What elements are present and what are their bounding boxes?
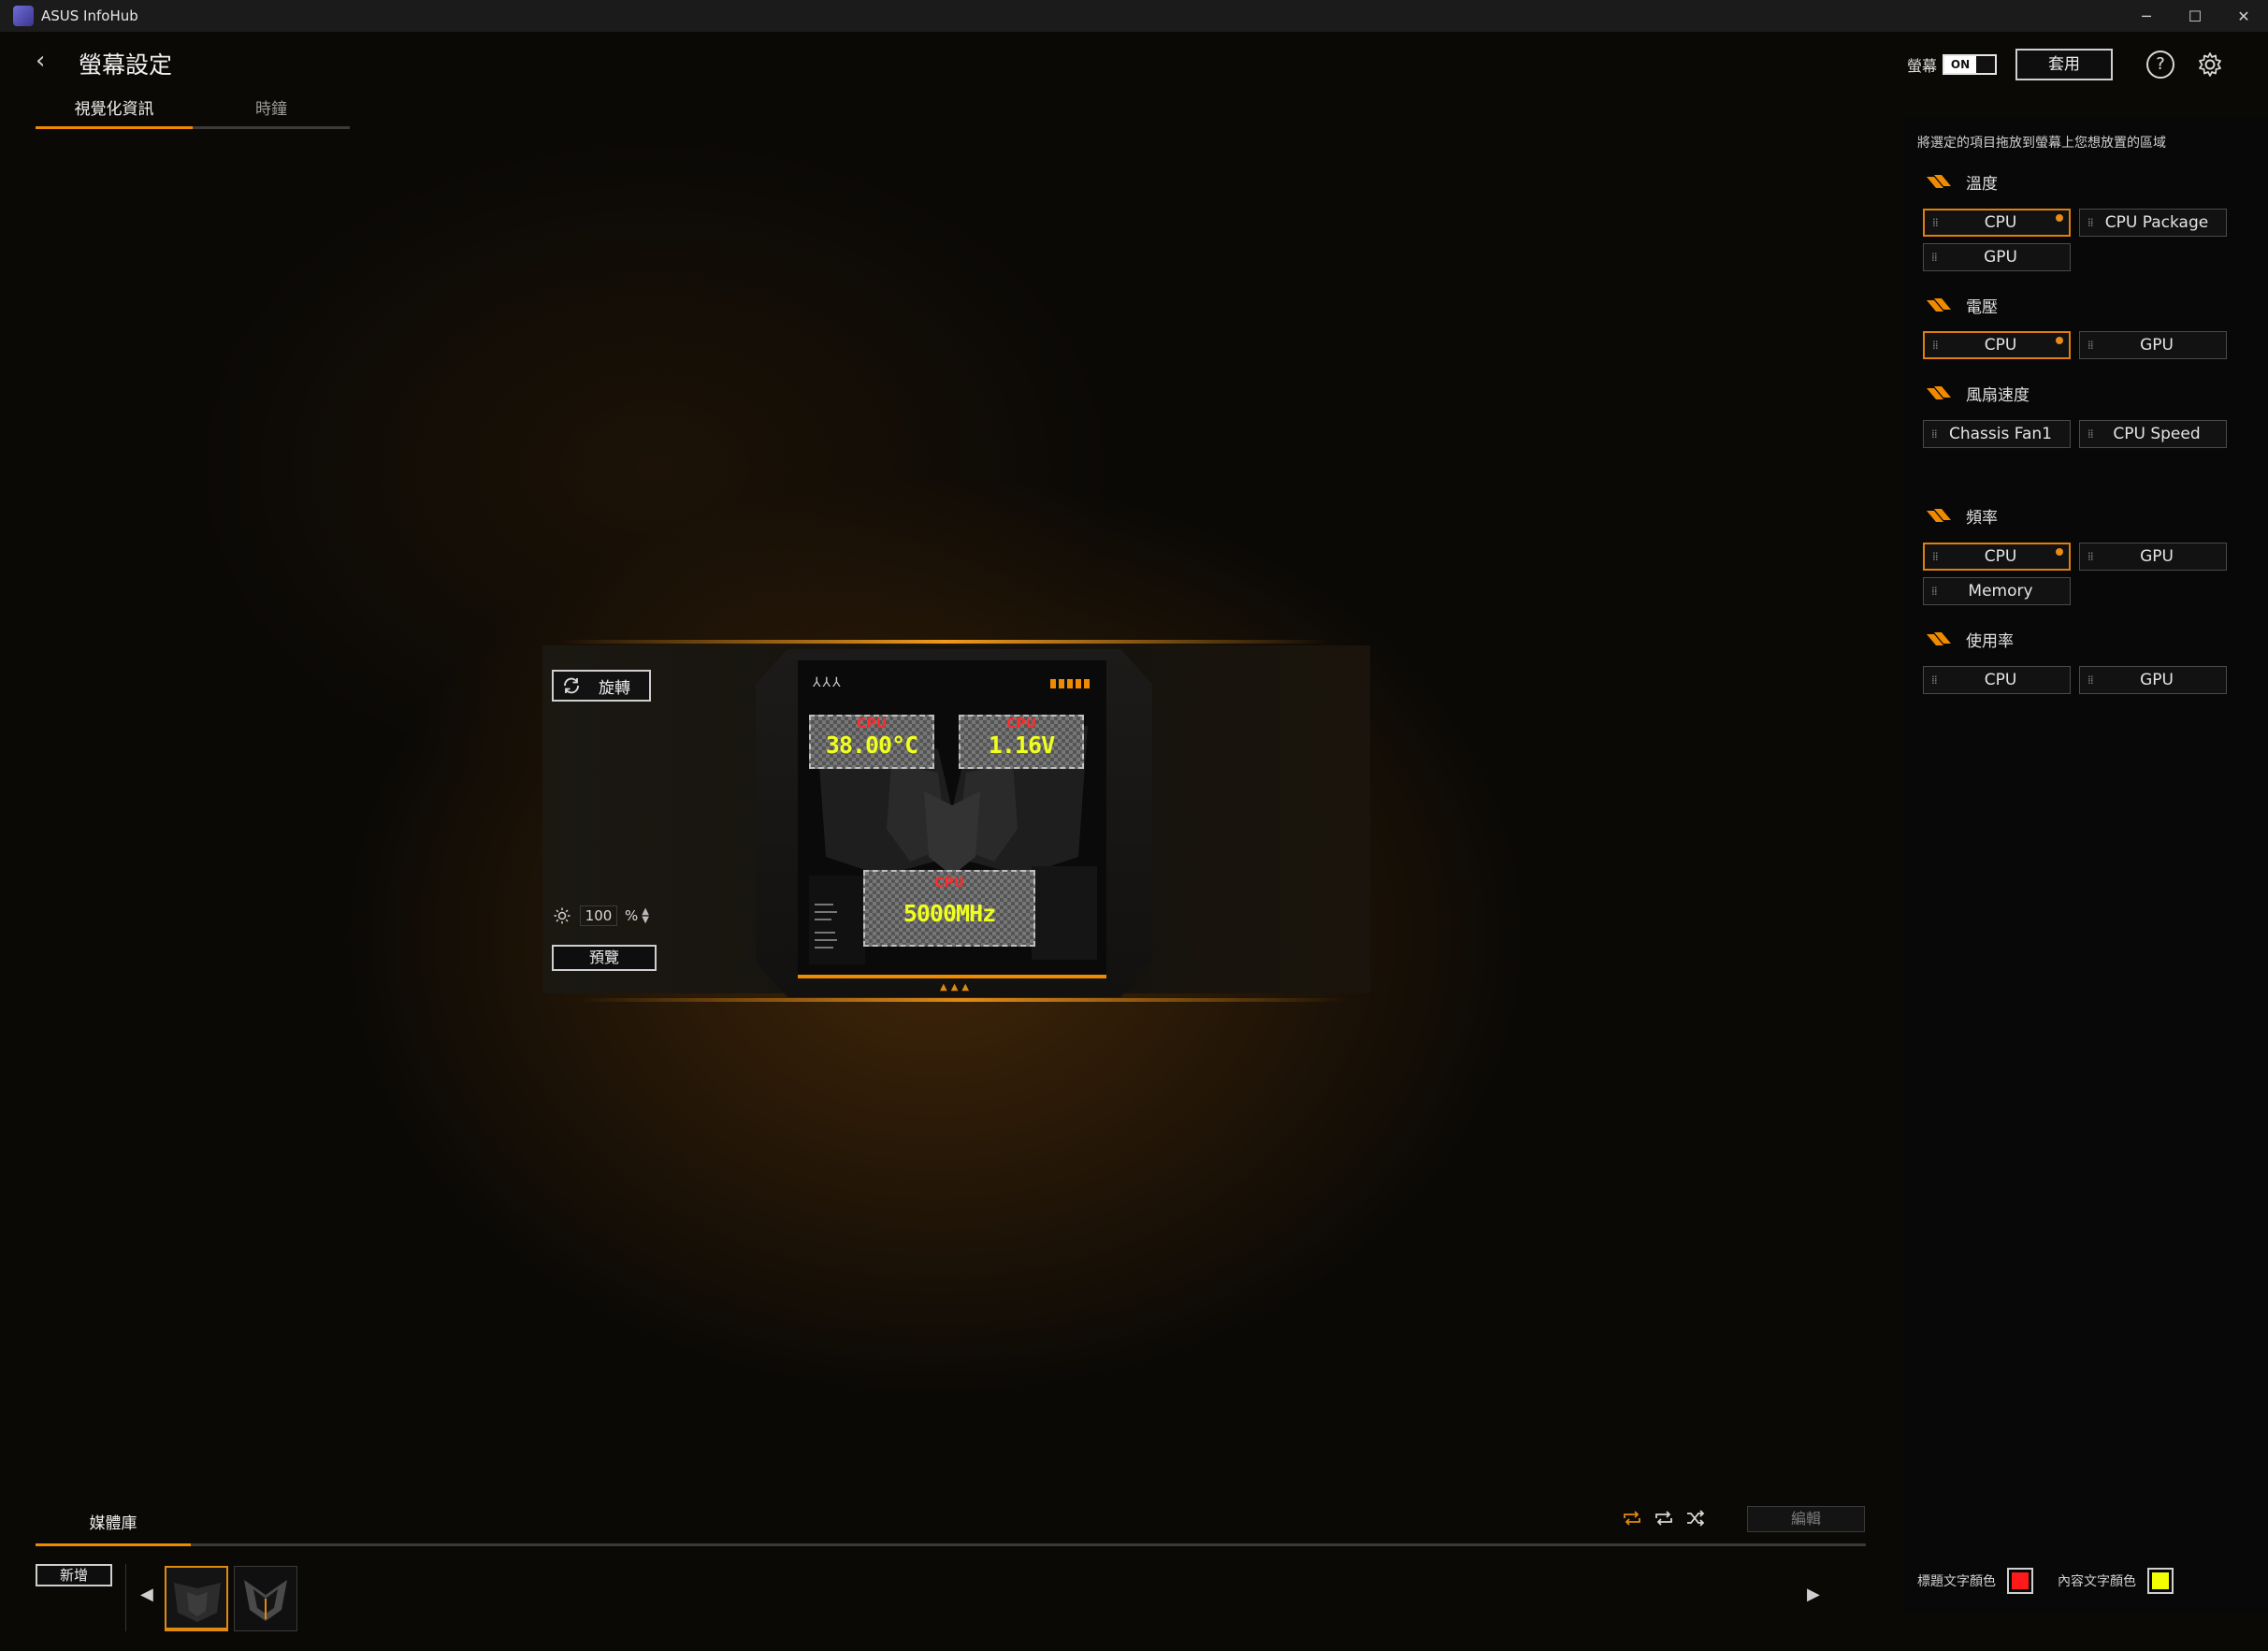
sun-icon	[554, 907, 571, 924]
glow-line-bottom	[580, 998, 1347, 1002]
item-voltage-gpu[interactable]: ⁞⁞ GPU	[2079, 331, 2227, 359]
shuffle-icon[interactable]	[1682, 1506, 1710, 1530]
title-color-label: 標題文字顏色	[1917, 1574, 1996, 1589]
screen-label: 螢幕	[1906, 57, 1937, 75]
item-fan-cpu-speed[interactable]: ⁞⁞ CPU Speed	[2079, 420, 2227, 448]
brightness-unit: %	[625, 907, 639, 924]
gear-icon[interactable]	[2195, 50, 2225, 80]
media-playback-controls	[1618, 1506, 1713, 1530]
chevron-down-icon[interactable]: ▼	[642, 916, 649, 925]
repeat-one-icon[interactable]	[1618, 1506, 1646, 1530]
back-button[interactable]: ‹	[36, 49, 58, 75]
section-frequency: 頻率	[1927, 504, 1998, 528]
next-icon[interactable]: ▶	[1807, 1585, 1820, 1604]
app-logo-icon	[13, 6, 34, 26]
media-tab-bar	[36, 1543, 1866, 1546]
rotate-button[interactable]: 旋轉	[552, 670, 651, 702]
item-usage-cpu[interactable]: ⁞⁞ CPU	[1923, 666, 2071, 694]
section-title: 頻率	[1966, 508, 1998, 528]
brightness-stepper[interactable]: ▲ ▼	[642, 907, 649, 925]
tab-visual-info[interactable]: 視覺化資訊	[36, 94, 193, 129]
metric-title: CPU	[934, 876, 964, 891]
stripes-icon	[1927, 509, 1951, 522]
add-button[interactable]: 新增	[36, 1564, 112, 1586]
stripes-icon	[1927, 298, 1951, 311]
item-temperature-gpu[interactable]: ⁞⁞ GPU	[1923, 243, 2071, 271]
section-title: 電壓	[1966, 297, 1998, 317]
item-frequency-cpu[interactable]: ⁞⁞ CPU	[1923, 543, 2071, 571]
toggle-off-area	[1976, 56, 1995, 73]
metric-value: 5000MHz	[903, 900, 996, 927]
screen-brand-mark: ⅄⅄⅄	[813, 675, 843, 690]
item-usage-gpu[interactable]: ⁞⁞ GPU	[2079, 666, 2227, 694]
metric-title: CPU	[1006, 717, 1036, 731]
window-controls: ─ ☐ ✕	[2122, 0, 2268, 32]
metric-cpu-temperature[interactable]: CPU 38.00°C	[809, 715, 934, 769]
media-thumbnail[interactable]	[234, 1566, 297, 1631]
panel-hint: 將選定的項目拖放到螢幕上您想放置的區域	[1917, 136, 2166, 151]
brightness-input[interactable]: 100	[580, 905, 617, 926]
header-actions: 螢幕 ON 套用 ?	[1907, 49, 2225, 80]
toggle-on-label: ON	[1944, 56, 1976, 73]
page-title: 螢幕設定	[79, 51, 173, 79]
item-temperature-cpu[interactable]: ⁞⁞ CPU	[1923, 209, 2071, 237]
title-bar: ASUS InfoHub ─ ☐ ✕	[0, 0, 2268, 32]
minimize-button[interactable]: ─	[2122, 0, 2171, 32]
repeat-icon[interactable]	[1650, 1506, 1678, 1530]
metric-cpu-voltage[interactable]: CPU 1.16V	[959, 715, 1084, 769]
item-frequency-memory[interactable]: ⁞⁞ Memory	[1923, 577, 2071, 605]
metric-value: 38.00°C	[825, 731, 918, 759]
glow-line-top	[561, 640, 1328, 644]
screen-toggle[interactable]: ON	[1943, 54, 1997, 75]
maximize-button[interactable]: ☐	[2171, 0, 2219, 32]
text-color-settings: 標題文字顏色 內容文字顏色	[1917, 1568, 2198, 1594]
stripes-icon	[1927, 386, 1951, 399]
rotate-icon	[564, 677, 579, 694]
help-icon[interactable]: ?	[2146, 51, 2174, 79]
section-temperature: 溫度	[1927, 170, 1998, 194]
media-tab-indicator	[36, 1543, 191, 1546]
rotate-label: 旋轉	[599, 678, 630, 698]
item-fan-chassis-fan1[interactable]: ⁞⁞ Chassis Fan1	[1923, 420, 2071, 448]
item-temperature-cpu-package[interactable]: ⁞⁞ CPU Package	[2079, 209, 2227, 237]
content-color-fill	[2152, 1572, 2169, 1589]
section-fan-speed: 風扇速度	[1927, 382, 2030, 405]
stripes-icon	[1927, 175, 1951, 188]
metric-cpu-frequency[interactable]: CPU 5000MHz	[863, 870, 1035, 947]
media-thumbnail[interactable]	[165, 1566, 228, 1631]
item-frequency-gpu[interactable]: ⁞⁞ GPU	[2079, 543, 2227, 571]
tab-clock[interactable]: 時鐘	[193, 94, 350, 126]
item-voltage-cpu[interactable]: ⁞⁞ CPU	[1923, 331, 2071, 359]
title-color-swatch[interactable]	[2007, 1568, 2033, 1594]
section-voltage: 電壓	[1927, 294, 1998, 317]
screen-logo-icon	[1050, 679, 1091, 688]
close-button[interactable]: ✕	[2219, 0, 2268, 32]
title-color-fill	[2012, 1572, 2029, 1589]
edit-button[interactable]: 編輯	[1747, 1506, 1865, 1532]
device-foot-indicator: ▲▲▲	[940, 982, 974, 992]
content-color-label: 內容文字顏色	[2058, 1574, 2136, 1589]
device-screen: ⅄⅄⅄ CPU 38.00°C CPU 1.16V CPU 5000MHz	[798, 660, 1106, 978]
stripes-icon	[1927, 632, 1951, 645]
tab-media-library[interactable]: 媒體庫	[36, 1510, 191, 1543]
metric-title: CPU	[857, 717, 887, 731]
data-items-panel: 將選定的項目拖放到螢幕上您想放置的區域 溫度 ⁞⁞ CPU ⁞⁞ CPU Packa…	[1904, 116, 2268, 1613]
section-title: 溫度	[1966, 174, 1998, 194]
brightness-control: 100 % ▲ ▼	[554, 905, 649, 926]
preview-button[interactable]: 預覽	[552, 945, 657, 971]
section-usage: 使用率	[1927, 628, 2014, 651]
apply-button[interactable]: 套用	[2015, 49, 2113, 80]
tab-bar: 視覺化資訊 時鐘	[36, 94, 350, 129]
metric-value: 1.16V	[988, 731, 1055, 759]
section-title: 使用率	[1966, 631, 2014, 651]
content-color-swatch[interactable]	[2147, 1568, 2174, 1594]
section-title: 風扇速度	[1966, 385, 2030, 405]
previous-icon[interactable]: ◀	[140, 1585, 153, 1604]
media-divider	[125, 1564, 126, 1631]
app-title: ASUS InfoHub	[41, 7, 138, 24]
